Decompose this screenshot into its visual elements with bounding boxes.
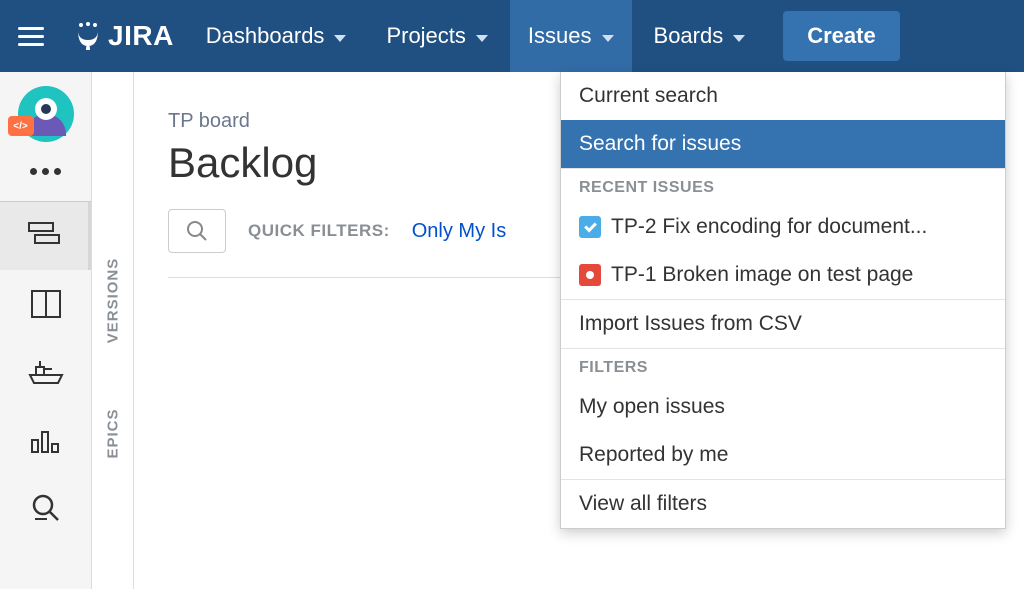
jira-logo-icon [74,22,102,50]
board-icon [30,289,62,319]
rail-board-button[interactable] [0,270,91,338]
quick-filters-label: QUICK FILTERS: [248,221,390,241]
versions-tab[interactable]: VERSIONS [104,258,121,344]
dropdown-reported-by-me[interactable]: Reported by me [561,431,1005,479]
more-icon[interactable] [30,168,61,175]
nav-boards-label: Boards [654,23,724,49]
dropdown-search-for-issues-label: Search for issues [579,132,741,156]
dropdown-import-csv[interactable]: Import Issues from CSV [561,299,1005,348]
code-badge-icon [8,116,34,136]
chevron-down-icon [476,35,488,42]
ship-icon [28,359,64,385]
reports-icon [30,426,62,454]
issues-dropdown: Current search Search for issues RECENT … [560,72,1006,529]
rail-search-button[interactable] [0,474,91,542]
dropdown-recent-issue-1-label: TP-1 Broken image on test page [611,263,913,287]
nav-projects[interactable]: Projects [368,0,505,72]
nav-boards[interactable]: Boards [636,0,764,72]
backlog-icon [27,221,61,251]
dropdown-view-all-filters-label: View all filters [579,492,707,516]
create-button[interactable]: Create [783,11,899,61]
nav-issues-label: Issues [528,23,592,49]
dropdown-current-search-label: Current search [579,84,718,108]
nav-dashboards[interactable]: Dashboards [188,0,365,72]
dropdown-search-for-issues[interactable]: Search for issues [561,120,1005,168]
dropdown-section-recent: RECENT ISSUES [561,168,1005,203]
filter-search-button[interactable] [168,209,226,253]
nav-projects-label: Projects [386,23,465,49]
chevron-down-icon [602,35,614,42]
side-tabstrip: VERSIONS EPICS [92,72,134,589]
nav-dashboards-label: Dashboards [206,23,325,49]
dropdown-my-open-issues[interactable]: My open issues [561,383,1005,431]
dropdown-import-csv-label: Import Issues from CSV [579,312,802,336]
dropdown-reported-by-me-label: Reported by me [579,443,728,467]
jira-logo[interactable]: JIRA [74,20,174,52]
chevron-down-icon [733,35,745,42]
dropdown-view-all-filters[interactable]: View all filters [561,479,1005,528]
project-avatar[interactable] [18,86,74,142]
dropdown-recent-issue-1[interactable]: TP-1 Broken image on test page [561,251,1005,299]
epics-tab[interactable]: EPICS [104,408,121,458]
bug-icon [579,264,601,286]
hamburger-icon[interactable] [18,19,52,53]
search-icon [31,493,61,523]
rail-reports-button[interactable] [0,406,91,474]
dropdown-current-search[interactable]: Current search [561,72,1005,120]
top-nav: JIRA Dashboards Projects Issues Boards C… [0,0,1024,72]
rail-releases-button[interactable] [0,338,91,406]
quick-filter-only-my-issues[interactable]: Only My Is [412,220,506,243]
search-icon [186,220,208,242]
left-rail [0,72,92,589]
dropdown-recent-issue-0-label: TP-2 Fix encoding for document... [611,215,927,239]
task-icon [579,216,601,238]
nav-issues[interactable]: Issues [510,0,632,72]
chevron-down-icon [334,35,346,42]
dropdown-my-open-issues-label: My open issues [579,395,725,419]
rail-backlog-button[interactable] [0,202,91,270]
jira-logo-text: JIRA [108,20,174,52]
create-button-label: Create [807,23,875,48]
dropdown-recent-issue-0[interactable]: TP-2 Fix encoding for document... [561,203,1005,251]
dropdown-section-filters: FILTERS [561,348,1005,383]
